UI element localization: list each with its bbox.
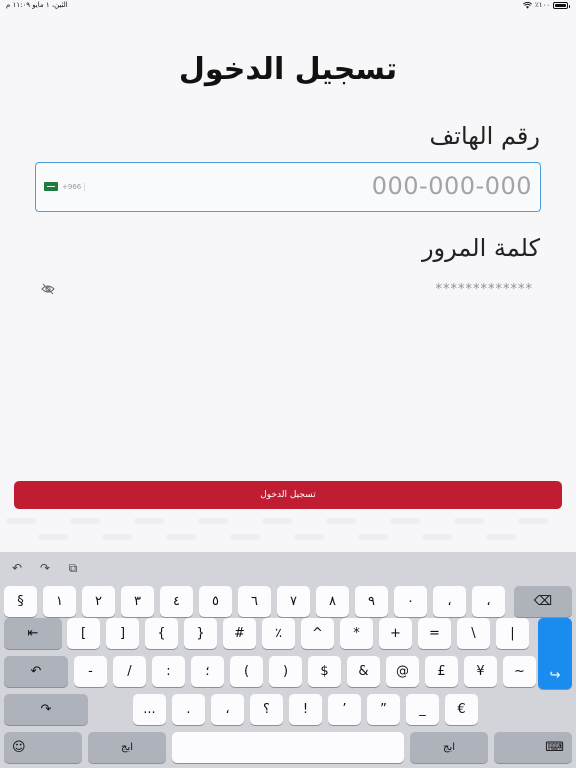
key[interactable]: ” [367, 694, 400, 725]
status-bar: الثين، ١ مايو ١١:٠٩ م ٪١٠٠ [0, 0, 576, 14]
phone-input[interactable]: +966 000-000-000 [35, 162, 541, 212]
undo-icon[interactable]: ↶ [10, 561, 24, 575]
eye-slash-icon[interactable] [41, 283, 55, 295]
saudi-flag-icon[interactable] [44, 182, 58, 191]
key[interactable]: § [4, 586, 37, 617]
key[interactable]: & [347, 656, 380, 687]
tab-key[interactable]: ⇤ [4, 618, 62, 649]
key[interactable]: ٦ [238, 586, 271, 617]
key[interactable]: ! [289, 694, 322, 725]
key[interactable]: ٧ [277, 586, 310, 617]
keyboard: ↶ ↷ ⧉ § ١ ٢ ٣ ٤ ٥ ٦ ٧ ٨ ٩ ٠ ، ، ⌫ ⇤ [ ] … [0, 552, 576, 768]
tab-icon: ⇤ [27, 626, 39, 641]
battery-icon [553, 1, 570, 9]
phone-placeholder: 000-000-000 [371, 172, 532, 200]
key[interactable]: € [445, 694, 478, 725]
key[interactable]: ٢ [82, 586, 115, 617]
emoji-icon: ☺ [12, 740, 26, 755]
key[interactable]: ^ [301, 618, 334, 649]
key[interactable]: ٤ [160, 586, 193, 617]
lang-key-right[interactable]: ابج [410, 732, 488, 763]
key[interactable]: * [340, 618, 373, 649]
key[interactable]: ٪ [262, 618, 295, 649]
keyboard-hide-icon: ⌨ [545, 740, 564, 755]
key[interactable]: ١ [43, 586, 76, 617]
key[interactable]: \ [457, 618, 490, 649]
key[interactable]: { [145, 618, 178, 649]
key[interactable]: - [74, 656, 107, 687]
status-right: ٪١٠٠ [522, 1, 570, 9]
delete-icon: ⌫ [533, 594, 553, 609]
redo-icon[interactable]: ↷ [38, 561, 52, 575]
keyboard-toolbar: ↶ ↷ ⧉ [10, 558, 80, 578]
password-label: كلمة المرور [421, 234, 540, 262]
key[interactable]: ٥ [199, 586, 232, 617]
key[interactable]: $ [308, 656, 341, 687]
redo-icon: ↷ [40, 702, 52, 717]
key[interactable]: ، [211, 694, 244, 725]
undo-key[interactable]: ↶ [4, 656, 68, 687]
wifi-icon [522, 1, 532, 9]
key[interactable]: _ [406, 694, 439, 725]
return-icon: ↪ [549, 668, 561, 683]
emoji-key[interactable]: ☺ [4, 732, 82, 763]
key[interactable]: # [223, 618, 256, 649]
key[interactable]: ’ [328, 694, 361, 725]
page-title: تسجيل الدخول [178, 52, 398, 87]
key[interactable]: £ [425, 656, 458, 687]
lang-key-left[interactable]: ابج [88, 732, 166, 763]
key[interactable]: ¥ [464, 656, 497, 687]
delete-key[interactable]: ⌫ [514, 586, 572, 617]
space-key[interactable] [172, 732, 404, 763]
key[interactable]: ٨ [316, 586, 349, 617]
key[interactable]: ٩ [355, 586, 388, 617]
key[interactable]: ] [106, 618, 139, 649]
hide-keyboard-key[interactable]: ⌨ [494, 732, 572, 763]
key[interactable]: ، [472, 586, 505, 617]
key[interactable]: + [379, 618, 412, 649]
key[interactable]: ~ [503, 656, 536, 687]
country-code[interactable]: +966 [62, 183, 86, 191]
redo-key[interactable]: ↷ [4, 694, 88, 725]
key[interactable]: . [172, 694, 205, 725]
key[interactable]: ؛ [191, 656, 224, 687]
password-value: ************* [435, 282, 533, 297]
key[interactable]: | [496, 618, 529, 649]
key[interactable]: ، [433, 586, 466, 617]
key[interactable]: ) [269, 656, 302, 687]
key[interactable]: / [113, 656, 146, 687]
key[interactable]: = [418, 618, 451, 649]
key[interactable]: ٠ [394, 586, 427, 617]
key[interactable]: } [184, 618, 217, 649]
background-pattern [0, 512, 576, 552]
phone-label: رقم الهاتف [429, 122, 540, 150]
key[interactable]: ( [230, 656, 263, 687]
undo-icon: ↶ [30, 664, 42, 679]
return-key[interactable]: ↪ [538, 618, 572, 689]
login-button[interactable]: تسجيل الدخول [14, 481, 562, 509]
key[interactable]: : [152, 656, 185, 687]
battery-percent: ٪١٠٠ [534, 1, 550, 9]
password-input[interactable]: ************* [35, 274, 541, 308]
key[interactable]: @ [386, 656, 419, 687]
key[interactable]: ؟ [250, 694, 283, 725]
key[interactable]: ٣ [121, 586, 154, 617]
paste-icon[interactable]: ⧉ [66, 561, 80, 575]
key[interactable]: [ [67, 618, 100, 649]
key[interactable]: ... [133, 694, 166, 725]
status-time: الثين، ١ مايو ١١:٠٩ م [6, 1, 68, 9]
